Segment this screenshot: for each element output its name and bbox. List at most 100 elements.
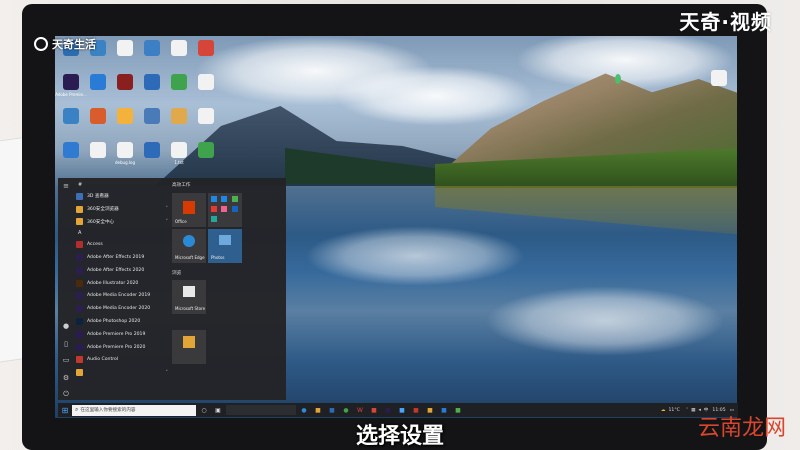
hamburger-icon[interactable]: ≡ <box>62 182 70 190</box>
start-menu-item[interactable]: Adobe Media Encoder 2019 <box>76 290 168 303</box>
wechat-icon[interactable]: ● <box>340 405 352 415</box>
taskbar-search-box[interactable]: ⌕ 在这里输入你要搜索的内容 <box>72 404 196 416</box>
start-menu-item[interactable]: 360安全中心 ˅ <box>76 216 168 229</box>
user-icon[interactable]: ● <box>62 322 70 330</box>
desktop-icon[interactable] <box>58 142 84 172</box>
desktop-file-icon[interactable] <box>706 70 732 100</box>
premiere-taskbar-icon[interactable]: ■ <box>382 405 394 415</box>
start-menu-item[interactable]: Adobe After Effects 2019 <box>76 251 168 264</box>
desktop-icon[interactable] <box>112 40 138 70</box>
weather-temp[interactable]: 11°C <box>668 408 679 413</box>
network-icon[interactable]: ▦ <box>691 408 695 413</box>
start-menu-item[interactable]: Adobe Premiere Pro 2019 <box>76 328 168 341</box>
app-icon <box>76 218 83 226</box>
desktop-icon[interactable] <box>139 40 165 70</box>
weather-icon[interactable]: ☁ <box>661 408 666 413</box>
app-icon <box>76 192 83 200</box>
desktop-icon[interactable] <box>193 142 219 172</box>
edge-icon <box>183 235 195 247</box>
wps-icon[interactable]: W <box>354 405 366 415</box>
desktop-icon[interactable] <box>166 108 192 138</box>
windows-start-icon[interactable]: ⊞ <box>58 403 72 417</box>
power-icon[interactable]: ⏻ <box>62 390 70 398</box>
app-icon <box>117 108 133 124</box>
desktop-icon[interactable] <box>166 74 192 104</box>
app-mini-icon <box>221 206 227 212</box>
desktop-pin-icon <box>615 74 621 84</box>
tile-app[interactable] <box>172 330 206 364</box>
tile-label: Photos <box>211 255 225 260</box>
tile-label: Microsoft Store <box>175 306 206 311</box>
app-taskbar-icon[interactable]: ■ <box>424 405 436 415</box>
brand-logo: 天奇·视频 <box>679 10 772 34</box>
app-icon <box>63 108 79 124</box>
tile-photos[interactable]: Photos <box>208 229 242 263</box>
desktop-icon[interactable] <box>166 40 192 70</box>
desktop-icon[interactable]: 1.txt <box>166 142 192 172</box>
app-taskbar-icon[interactable]: ■ <box>452 405 464 415</box>
start-menu-item[interactable]: Access <box>76 238 168 251</box>
store-taskbar-icon[interactable]: ■ <box>326 405 338 415</box>
desktop-icon[interactable]: Adobe Premie... <box>55 74 87 104</box>
tile-store[interactable]: Microsoft Store <box>172 280 206 314</box>
start-menu-item-label: Adobe After Effects 2020 <box>87 267 145 273</box>
start-menu-rail: ≡ ● ▯ ▭ ⚙ ⏻ <box>58 178 74 400</box>
app-icon <box>198 142 214 158</box>
app-taskbar-icon[interactable]: ■ <box>368 405 380 415</box>
edge-taskbar-icon[interactable]: ● <box>298 405 310 415</box>
start-menu-item[interactable]: Adobe After Effects 2020 <box>76 264 168 277</box>
start-menu-item[interactable]: Audio Control <box>76 354 168 367</box>
desktop-icon[interactable] <box>139 108 165 138</box>
desktop-icon[interactable] <box>193 108 219 138</box>
desktop-icon[interactable] <box>139 74 165 104</box>
desktop-icon[interactable] <box>85 74 111 104</box>
start-menu-item-label: 360安全浏览器 <box>87 207 119 213</box>
start-menu-item[interactable]: Adobe Premiere Pro 2020 <box>76 341 168 354</box>
app-icon <box>144 40 160 56</box>
task-view-icon[interactable]: ▣ <box>212 405 224 415</box>
app-icon <box>76 279 83 287</box>
cortana-icon[interactable]: ○ <box>198 405 210 415</box>
app-taskbar-icon[interactable]: ■ <box>410 405 422 415</box>
file-explorer-icon[interactable]: ■ <box>312 405 324 415</box>
app-icon <box>76 266 83 274</box>
start-menu-item[interactable]: ˅ <box>76 366 168 379</box>
desktop-icon-label: 1.txt <box>174 160 184 165</box>
taskbar: ⊞ ⌕ 在这里输入你要搜索的内容 ○ ▣ ● ■ ■ ● W ■ ■ ■ ■ ■… <box>58 403 738 417</box>
tile-office[interactable]: Office <box>172 193 206 227</box>
desktop-icon[interactable] <box>193 40 219 70</box>
wallpaper-cloud-reflection <box>305 226 525 286</box>
letter-header-hash[interactable]: # <box>76 180 168 190</box>
desktop-icon[interactable] <box>112 74 138 104</box>
pictures-icon[interactable]: ▭ <box>62 356 70 364</box>
app-icon <box>63 74 79 90</box>
desktop-icon[interactable] <box>139 142 165 172</box>
start-menu-item[interactable]: Adobe Photoshop 2020 <box>76 315 168 328</box>
start-menu-item[interactable]: 3D 查看器 <box>76 190 168 203</box>
tile-edge[interactable]: Microsoft Edge <box>172 229 206 263</box>
app-icon <box>76 318 83 326</box>
list-group-hash: 3D 查看器 360安全浏览器 ˅ 360安全中心 ˅ <box>76 190 168 228</box>
app-taskbar-icon[interactable]: ■ <box>396 405 408 415</box>
desktop-icon[interactable] <box>112 108 138 138</box>
desktop-icon[interactable] <box>193 74 219 104</box>
desktop-icon[interactable]: debug.log <box>112 142 138 172</box>
photos-icon <box>219 235 231 245</box>
start-menu-item[interactable]: Adobe Media Encoder 2020 <box>76 302 168 315</box>
desktop-icon[interactable] <box>85 142 111 172</box>
taskbar-window-button[interactable] <box>226 405 296 415</box>
start-menu-item[interactable]: Adobe Illustrator 2020 <box>76 277 168 290</box>
app-taskbar-icon[interactable]: ■ <box>438 405 450 415</box>
start-menu-item[interactable]: 360安全浏览器 ˅ <box>76 203 168 216</box>
tile-app-group[interactable] <box>208 193 242 227</box>
chevron-up-icon[interactable]: ˄ <box>686 408 688 413</box>
desktop-icon[interactable] <box>85 108 111 138</box>
document-icon[interactable]: ▯ <box>62 340 70 348</box>
search-icon: ⌕ <box>75 406 79 413</box>
app-icon <box>90 142 106 158</box>
video-frame: Adobe Premie... debug.log 1.txt ≡ ● ▯ ▭ ⚙ … <box>0 0 800 450</box>
app-icon <box>171 142 187 158</box>
settings-gear-icon[interactable]: ⚙ <box>62 374 70 382</box>
desktop-icon[interactable] <box>58 108 84 138</box>
letter-header-a[interactable]: A <box>76 228 168 238</box>
